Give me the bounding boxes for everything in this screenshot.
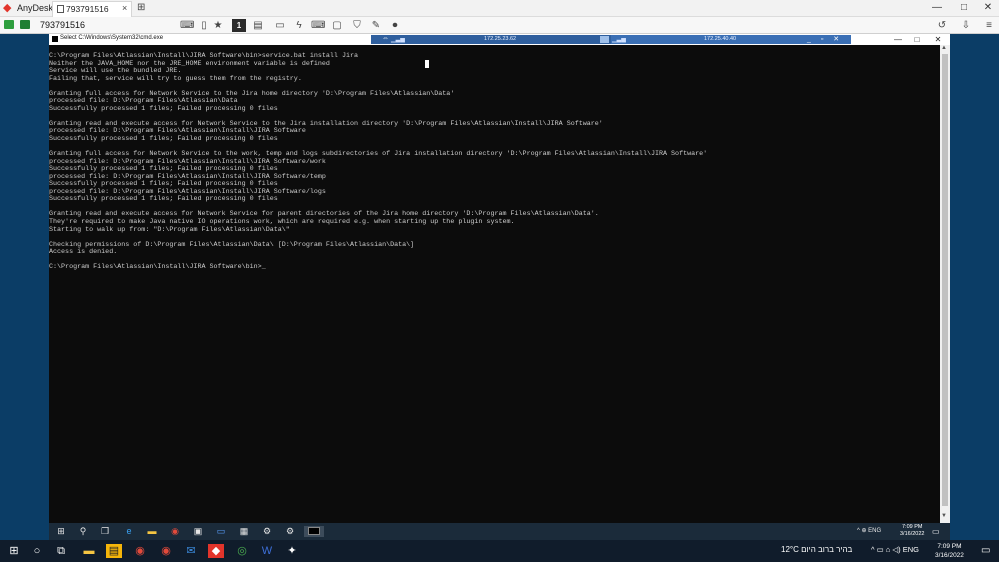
draw-icon[interactable]: ✎ bbox=[369, 19, 383, 32]
console-line: Access is denied. bbox=[49, 248, 118, 257]
session-tab-label: 793791516 bbox=[66, 4, 109, 14]
mouse-icon[interactable]: ▯ bbox=[197, 19, 211, 32]
download-icon[interactable]: ⇩ bbox=[959, 19, 973, 32]
folder-icon[interactable]: ▬ bbox=[146, 526, 158, 537]
rdp-connection-bar[interactable]: ⇔ ▁▃▅ 172.25.23.62 ▁▃▅ 172.25.40.40 _ ▫ … bbox=[371, 35, 851, 44]
cmd-maximize-button[interactable]: □ bbox=[911, 34, 923, 45]
cmd-close-button[interactable]: ✕ bbox=[932, 34, 944, 45]
rdp-ip-left: 172.25.23.62 bbox=[484, 36, 517, 42]
chrome-profile-icon[interactable]: ◉ bbox=[158, 544, 174, 558]
system-tray[interactable]: ^ ▭ ⌂ ◁) ENG bbox=[871, 545, 919, 554]
display-1-button[interactable]: 1 bbox=[232, 19, 246, 32]
chat-icon[interactable]: ▭ bbox=[273, 19, 287, 32]
start-icon[interactable]: ⊞ bbox=[55, 526, 67, 537]
scrollbar[interactable]: ▲ ▼ bbox=[940, 45, 950, 523]
console-line: Successfully processed 1 files; Failed p… bbox=[49, 104, 278, 113]
permissions-icon[interactable]: ⛉ bbox=[350, 19, 364, 32]
text-cursor bbox=[425, 60, 429, 68]
console-line: Checking permissions of D:\Program Files… bbox=[49, 240, 415, 249]
console-output[interactable]: C:\Program Files\Atlassian\Install\JIRA … bbox=[49, 52, 939, 513]
maximize-button[interactable]: □ bbox=[956, 2, 972, 13]
display-icon[interactable]: ▢ bbox=[330, 19, 344, 32]
cmd-title: Select C:\Windows\System32\cmd.exe bbox=[60, 35, 164, 41]
scroll-up-icon[interactable]: ▲ bbox=[941, 45, 947, 51]
session-tab[interactable]: 793791516 × bbox=[52, 1, 132, 17]
date: 3/16/2022 bbox=[935, 552, 964, 559]
new-tab-button[interactable]: ⊞ bbox=[137, 2, 145, 13]
clock[interactable]: 7:09 PM 3/16/2022 bbox=[935, 542, 964, 560]
local-taskbar: ⊞ ○ ⧉ ▬ ▤ ◉ ◉ ✉ ◆ ◎ W ✦ 12°C בהיר ברוב ה… bbox=[0, 540, 999, 562]
tab-close-icon[interactable]: × bbox=[122, 3, 127, 13]
console-line: Successfully processed 1 files; Failed p… bbox=[49, 135, 278, 144]
cmd-minimize-button[interactable]: — bbox=[892, 34, 904, 45]
rdp-ip-right: 172.25.40.40 bbox=[704, 36, 737, 42]
scrollbar-thumb[interactable] bbox=[942, 54, 948, 506]
task-view-icon[interactable]: ❐ bbox=[99, 526, 111, 537]
app-icon[interactable]: ✦ bbox=[284, 544, 300, 558]
outlook-icon[interactable]: ✉ bbox=[183, 544, 199, 558]
actions-icon[interactable]: ϟ bbox=[292, 19, 306, 32]
remote-id: 793791516 bbox=[40, 20, 86, 30]
rdp-bar-icon[interactable] bbox=[600, 36, 609, 43]
rdp-window-controls[interactable]: _ ▫ ✕ bbox=[807, 35, 843, 43]
chrome-icon[interactable]: ◉ bbox=[132, 544, 148, 558]
connection-status-icon[interactable] bbox=[20, 20, 30, 29]
anydesk-title-bar: ◆ AnyDesk 793791516 × ⊞ — □ ✕ bbox=[0, 0, 999, 17]
settings-icon[interactable]: ⚙ bbox=[261, 526, 273, 537]
word-icon[interactable]: W bbox=[259, 544, 275, 558]
app-icon[interactable]: ▣ bbox=[192, 526, 204, 537]
notification-icon[interactable]: ▭ bbox=[981, 545, 990, 556]
start-icon[interactable]: ⊞ bbox=[6, 544, 22, 558]
whatsapp-icon[interactable]: ◎ bbox=[234, 544, 250, 558]
cmd-window[interactable]: Select C:\Windows\System32\cmd.exe — □ ✕… bbox=[49, 34, 950, 523]
pin-icon[interactable]: ⇔ bbox=[382, 35, 389, 42]
close-button[interactable]: ✕ bbox=[980, 2, 996, 13]
time: 7:09 PM bbox=[937, 543, 962, 550]
console-line: Successfully processed 1 files; Failed p… bbox=[49, 195, 278, 204]
file-icon[interactable]: ▤ bbox=[251, 19, 265, 32]
remote-desktop-icon[interactable]: ▭ bbox=[215, 526, 227, 537]
remote-tray[interactable]: ^ ⊕ ENG bbox=[857, 527, 881, 534]
record-icon[interactable]: ⏺ bbox=[388, 19, 402, 32]
notification-icon[interactable]: ▭ bbox=[932, 527, 940, 536]
scroll-down-icon[interactable]: ▼ bbox=[941, 513, 947, 519]
server-manager-icon[interactable]: ▦ bbox=[238, 526, 250, 537]
keyboard-layout-icon[interactable]: ⌨ bbox=[311, 19, 325, 32]
cmd-taskbar-icon bbox=[308, 527, 320, 535]
task-view-icon[interactable]: ⧉ bbox=[53, 544, 69, 558]
cmd-icon bbox=[52, 36, 58, 42]
console-line: C:\Program Files\Atlassian\Install\JIRA … bbox=[49, 263, 266, 272]
keyboard-icon[interactable]: ⌨ bbox=[180, 19, 194, 32]
monitor-icon[interactable] bbox=[4, 20, 14, 29]
history-icon[interactable]: ↺ bbox=[935, 19, 949, 32]
cmd-taskbar-item[interactable] bbox=[304, 526, 324, 537]
console-line: Starting to walk up from: "D:\Program Fi… bbox=[49, 225, 290, 234]
signal-icon: ▁▃▅ bbox=[612, 37, 626, 43]
search-icon[interactable]: ○ bbox=[29, 544, 45, 558]
minimize-button[interactable]: — bbox=[929, 2, 945, 13]
weather-widget[interactable]: 12°C בהיר ברוב היום bbox=[781, 545, 852, 554]
star-icon[interactable]: ★ bbox=[211, 19, 225, 32]
anydesk-taskbar-icon[interactable]: ◆ bbox=[208, 544, 224, 558]
console-line: Neither the JAVA_HOME nor the JRE_HOME e… bbox=[49, 59, 330, 68]
anydesk-toolbar: 793791516 ⌨ ▯ ★ 1 ▤ ▭ ϟ ⌨ ▢ ⛉ ✎ ⏺ ↺ ⇩ ≡ bbox=[0, 17, 999, 34]
anydesk-logo-icon: ◆ bbox=[3, 2, 12, 14]
search-icon[interactable]: ⚲ bbox=[77, 526, 89, 537]
remote-taskbar: ⊞ ⚲ ❐ e ▬ ◉ ▣ ▭ ▦ ⚙ ⚙ ^ ⊕ ENG 7:09 PM 3/… bbox=[49, 523, 950, 540]
app-name: AnyDesk bbox=[17, 3, 54, 13]
sticky-notes-icon[interactable]: ▤ bbox=[106, 544, 122, 558]
signal-icon: ▁▃▅ bbox=[391, 37, 405, 43]
console-line: Failing that, service will try to guess … bbox=[49, 74, 302, 83]
edge-icon[interactable]: e bbox=[123, 526, 135, 537]
document-icon bbox=[57, 5, 64, 13]
remote-time: 7:09 PM bbox=[901, 524, 923, 530]
console-text: C:\Program Files\Atlassian\Install\JIRA … bbox=[49, 52, 939, 272]
folder-icon[interactable]: ▬ bbox=[81, 544, 97, 558]
menu-icon[interactable]: ≡ bbox=[982, 19, 996, 32]
gear-tool-icon[interactable]: ⚙ bbox=[284, 526, 296, 537]
chrome-icon[interactable]: ◉ bbox=[169, 526, 181, 537]
remote-clock[interactable]: 7:09 PM 3/16/2022 bbox=[900, 524, 924, 538]
remote-date: 3/16/2022 bbox=[900, 531, 925, 537]
